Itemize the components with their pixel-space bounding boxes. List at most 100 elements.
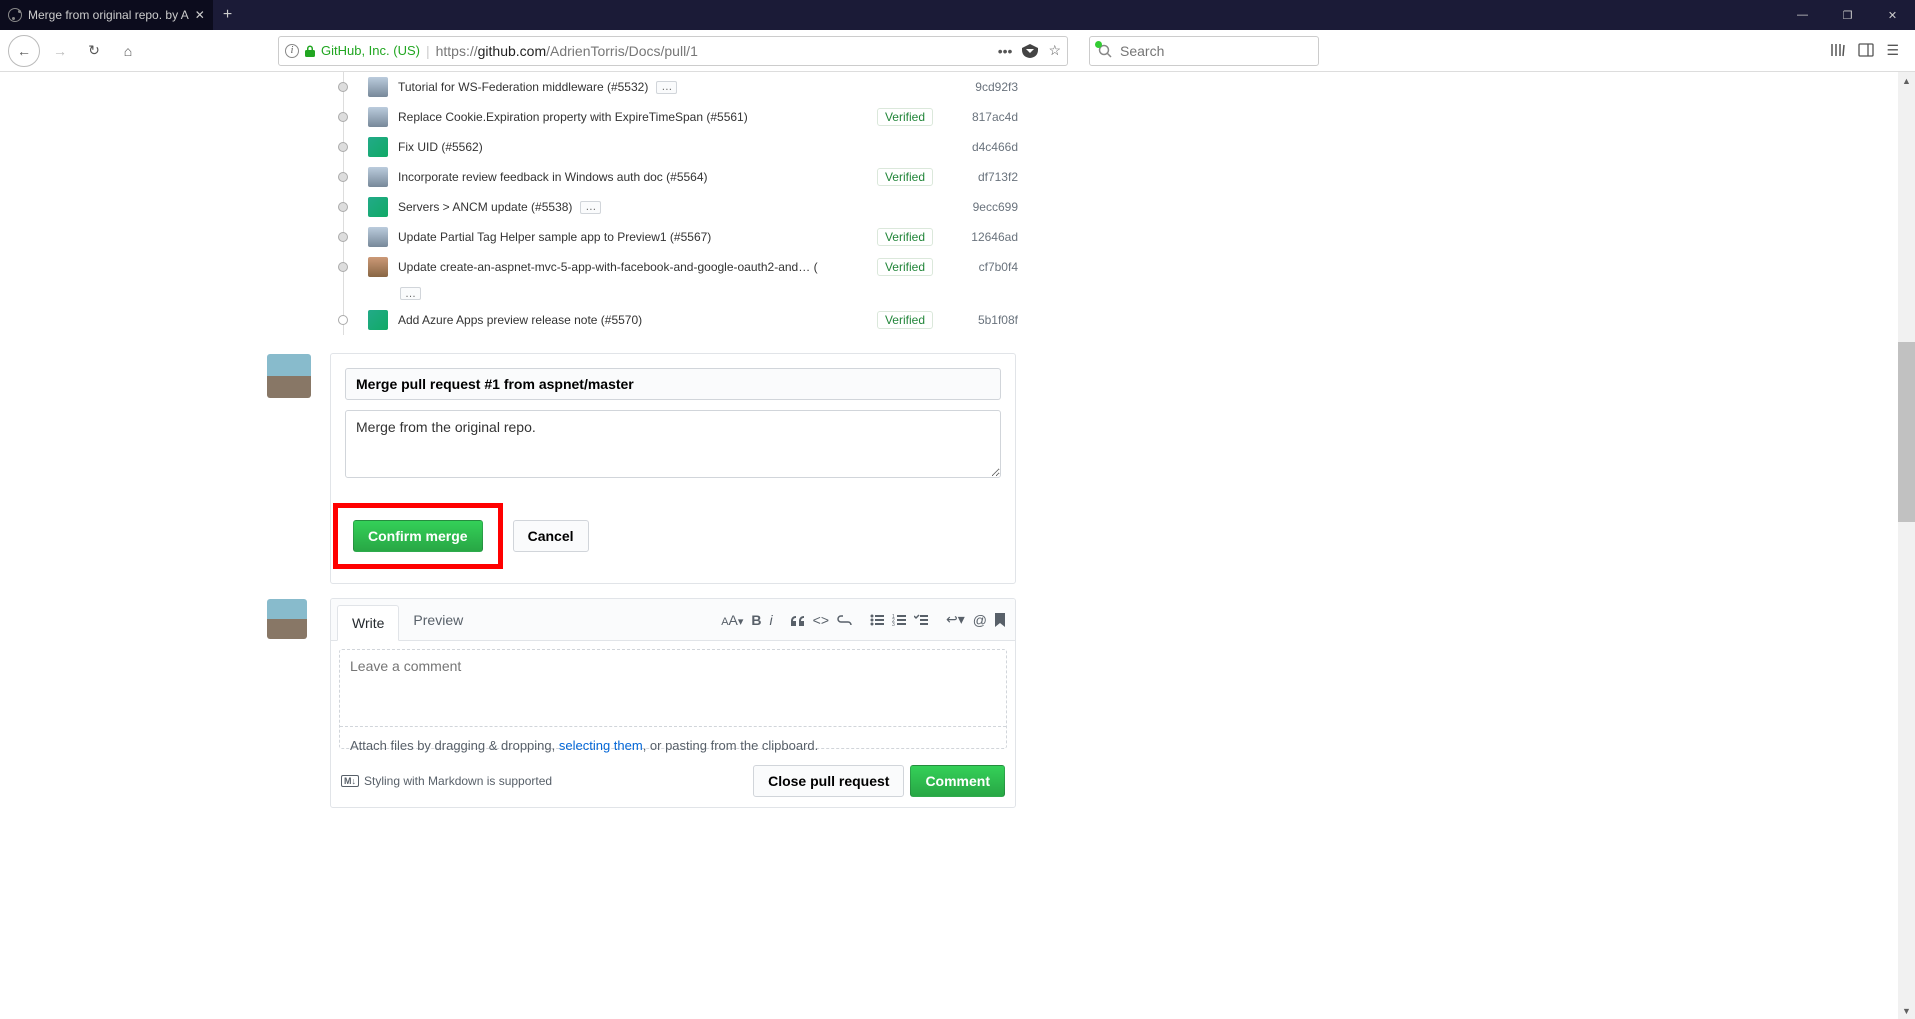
mention-icon[interactable]: @	[973, 612, 987, 628]
ellipsis-button[interactable]: …	[400, 287, 421, 300]
reply-icon[interactable]: ↩▾	[946, 611, 965, 628]
commit-message[interactable]: Incorporate review feedback in Windows a…	[398, 170, 708, 184]
ellipsis-button[interactable]: …	[580, 201, 601, 214]
avatar[interactable]	[368, 227, 388, 247]
commit-message[interactable]: Update Partial Tag Helper sample app to …	[398, 230, 711, 244]
commit-sha[interactable]: d4c466d	[963, 140, 1018, 154]
avatar	[267, 354, 311, 398]
verified-badge: Verified	[877, 311, 933, 329]
commit-sha[interactable]: 5b1f08f	[963, 313, 1018, 327]
commit-dot-icon	[338, 262, 348, 272]
merge-body-input[interactable]	[345, 410, 1001, 478]
commit-dot-icon	[338, 232, 348, 242]
commit-message[interactable]: Replace Cookie.Expiration property with …	[398, 110, 748, 124]
site-info-icon[interactable]: i	[285, 44, 299, 58]
close-pr-button[interactable]: Close pull request	[753, 765, 904, 797]
commit-message[interactable]: Fix UID (#5562)	[398, 140, 483, 154]
reload-button[interactable]: ↻	[80, 37, 108, 65]
saved-reply-icon[interactable]	[995, 613, 1005, 627]
commit-sha[interactable]: 9ecc699	[963, 200, 1018, 214]
attach-hint: Attach files by dragging & dropping, sel…	[340, 732, 1006, 759]
comment-button[interactable]: Comment	[910, 765, 1005, 797]
avatar[interactable]	[368, 107, 388, 127]
commit-sha[interactable]: 12646ad	[963, 230, 1018, 244]
ol-icon[interactable]: 123	[892, 614, 906, 626]
secure-label: GitHub, Inc. (US)	[321, 43, 420, 58]
commit-sha[interactable]: 817ac4d	[963, 110, 1018, 124]
commit-message[interactable]: Tutorial for WS-Federation middleware (#…	[398, 80, 648, 94]
tab-preview[interactable]: Preview	[399, 603, 477, 637]
pocket-icon[interactable]	[1022, 44, 1038, 58]
browser-toolbar: ← → ↻ ⌂ i GitHub, Inc. (US) | https://gi…	[0, 30, 1915, 72]
commit-row: Add Azure Apps preview release note (#55…	[338, 305, 1018, 335]
scroll-down-arrow[interactable]: ▼	[1898, 1002, 1915, 1019]
markdown-hint[interactable]: M↓ Styling with Markdown is supported	[341, 774, 552, 788]
avatar[interactable]	[368, 167, 388, 187]
url-text: https://github.com/AdrienTorris/Docs/pul…	[436, 43, 698, 59]
minimize-button[interactable]: —	[1780, 9, 1825, 22]
avatar[interactable]	[368, 257, 388, 277]
tab-close-icon[interactable]: ✕	[195, 8, 205, 22]
forward-button: →	[46, 37, 74, 65]
verified-badge: Verified	[877, 228, 933, 246]
commit-sha[interactable]: df713f2	[963, 170, 1018, 184]
markdown-toolbar: AA▾ B i <> 123 ↩▾ @	[711, 611, 1015, 628]
github-favicon	[8, 8, 22, 22]
commit-row: Update create-an-aspnet-mvc-5-app-with-f…	[338, 252, 1018, 282]
commit-row: Incorporate review feedback in Windows a…	[338, 162, 1018, 192]
commit-dot-icon	[338, 112, 348, 122]
avatar	[267, 599, 307, 639]
tasklist-icon[interactable]	[914, 614, 928, 626]
close-window-button[interactable]: ✕	[1870, 9, 1915, 22]
search-input[interactable]	[1120, 43, 1310, 59]
commit-row: Replace Cookie.Expiration property with …	[338, 102, 1018, 132]
sidebar-icon[interactable]	[1858, 42, 1874, 59]
quote-icon[interactable]	[791, 614, 805, 626]
menu-icon[interactable]: ☰	[1886, 42, 1899, 59]
new-tab-button[interactable]: +	[223, 6, 232, 24]
heading-icon[interactable]: AA▾	[721, 612, 743, 628]
home-button[interactable]: ⌂	[114, 37, 142, 65]
verified-badge: Verified	[877, 168, 933, 186]
vertical-scrollbar[interactable]: ▲ ▼	[1898, 72, 1915, 1019]
avatar[interactable]	[368, 197, 388, 217]
code-icon[interactable]: <>	[813, 612, 829, 628]
browser-tab[interactable]: Merge from original repo. by A ✕	[0, 0, 213, 30]
avatar[interactable]	[368, 77, 388, 97]
link-icon[interactable]	[837, 615, 852, 625]
commit-sha[interactable]: cf7b0f4	[963, 260, 1018, 274]
lock-icon	[305, 45, 315, 57]
commit-row: Fix UID (#5562) d4c466d	[338, 132, 1018, 162]
commit-list: Tutorial for WS-Federation middleware (#…	[338, 72, 1018, 335]
commit-message[interactable]: Add Azure Apps preview release note (#55…	[398, 313, 642, 327]
bold-icon[interactable]: B	[751, 612, 761, 628]
scroll-up-arrow[interactable]: ▲	[1898, 72, 1915, 89]
library-icon[interactable]	[1830, 42, 1846, 59]
commit-dot-icon	[338, 315, 348, 325]
select-files-link[interactable]: selecting them	[559, 738, 643, 753]
commit-message[interactable]: Servers > ANCM update (#5538)	[398, 200, 572, 214]
page-actions-icon[interactable]: •••	[998, 43, 1013, 59]
search-bar[interactable]	[1089, 36, 1319, 66]
tab-write[interactable]: Write	[337, 605, 399, 641]
verified-badge: Verified	[877, 108, 933, 126]
bookmark-star-icon[interactable]: ☆	[1048, 42, 1061, 59]
comment-input[interactable]	[340, 650, 1006, 727]
commit-row: Tutorial for WS-Federation middleware (#…	[338, 72, 1018, 102]
commit-row: Update Partial Tag Helper sample app to …	[338, 222, 1018, 252]
back-button[interactable]: ←	[8, 35, 40, 67]
avatar[interactable]	[368, 137, 388, 157]
commit-sha[interactable]: 9cd92f3	[963, 80, 1018, 94]
commit-message[interactable]: Update create-an-aspnet-mvc-5-app-with-f…	[398, 260, 818, 274]
scroll-thumb[interactable]	[1898, 342, 1915, 522]
url-bar[interactable]: i GitHub, Inc. (US) | https://github.com…	[278, 36, 1068, 66]
ellipsis-button[interactable]: …	[656, 81, 677, 94]
italic-icon[interactable]: i	[770, 612, 773, 628]
confirm-merge-button[interactable]: Confirm merge	[353, 520, 483, 552]
cancel-merge-button[interactable]: Cancel	[513, 520, 589, 552]
merge-title-input[interactable]	[345, 368, 1001, 400]
maximize-button[interactable]: ❐	[1825, 9, 1870, 22]
ul-icon[interactable]	[870, 614, 884, 626]
commit-dot-icon	[338, 142, 348, 152]
avatar[interactable]	[368, 310, 388, 330]
